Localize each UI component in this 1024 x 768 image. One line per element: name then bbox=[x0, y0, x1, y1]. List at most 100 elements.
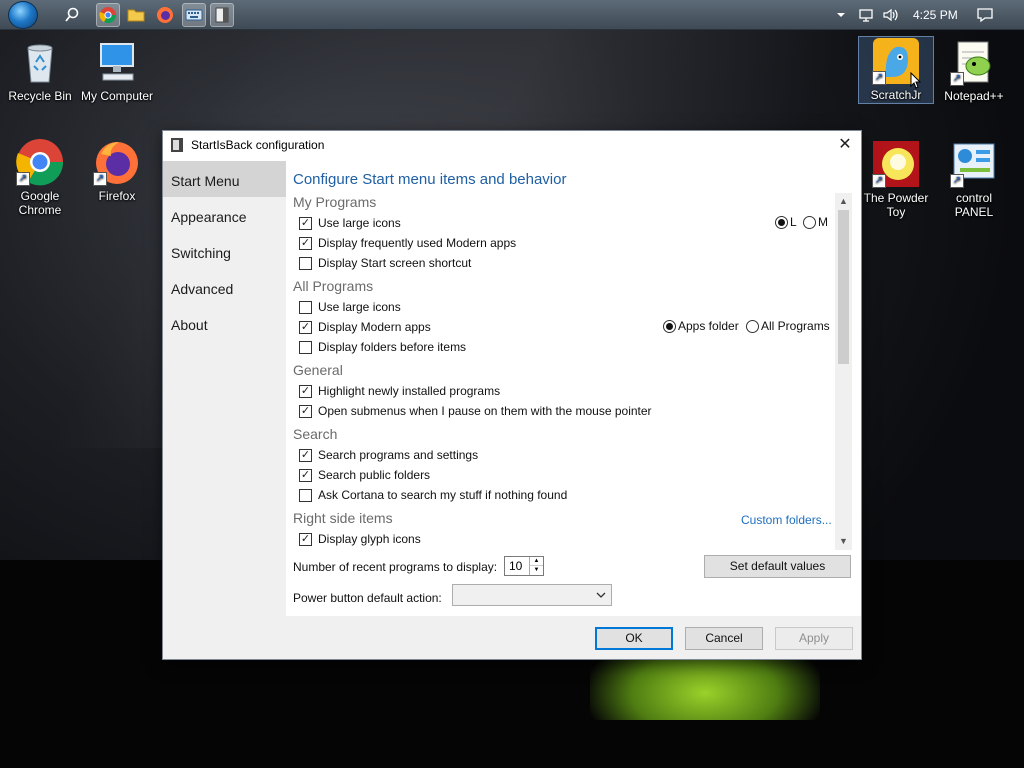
recent-programs-value[interactable]: 10 bbox=[509, 559, 522, 573]
options-scrollbar[interactable]: ▲ ▼ bbox=[835, 193, 852, 550]
checkbox[interactable]: ✓ bbox=[299, 384, 312, 398]
radio-button[interactable] bbox=[803, 215, 816, 229]
checkbox[interactable]: ✓ bbox=[299, 532, 312, 546]
shortcut-arrow-icon: ↗ bbox=[950, 72, 964, 86]
option-folders-before-items[interactable]: Display folders before items bbox=[299, 339, 466, 355]
checkbox[interactable] bbox=[299, 300, 312, 314]
section-right-side-items: Right side items bbox=[293, 510, 393, 526]
desktop-icon-control-panel[interactable]: ↗ control PANEL bbox=[936, 140, 1012, 219]
control-panel-icon: ↗ bbox=[950, 140, 998, 188]
desktop-icon-scratchjr[interactable]: ↗ ScratchJr bbox=[858, 36, 934, 104]
ok-button[interactable]: OK bbox=[595, 627, 673, 650]
section-my-programs: My Programs bbox=[293, 195, 377, 210]
startisback-app-icon bbox=[171, 138, 183, 152]
option-search-programs-settings[interactable]: ✓ Search programs and settings bbox=[299, 447, 478, 463]
recent-programs-label: Number of recent programs to display: bbox=[293, 560, 498, 574]
chevron-up-icon[interactable] bbox=[836, 0, 846, 30]
startisback-config-icon[interactable] bbox=[210, 3, 234, 27]
desktop-icon-label: My Computer bbox=[80, 89, 154, 103]
stepper-down-icon[interactable]: ▼ bbox=[529, 566, 543, 575]
nav-item-start-menu[interactable]: Start Menu bbox=[163, 161, 286, 197]
radio-size-m[interactable]: M bbox=[803, 215, 828, 229]
desktop-icon-label: ScratchJr bbox=[870, 88, 922, 102]
dialog-title: StartIsBack configuration bbox=[191, 138, 325, 152]
chrome-icon[interactable] bbox=[96, 3, 120, 27]
option-display-modern-apps[interactable]: ✓ Display Modern apps bbox=[299, 319, 431, 335]
option-display-glyph-icons[interactable]: ✓ Display glyph icons bbox=[299, 531, 421, 547]
firefox-icon[interactable] bbox=[153, 3, 177, 27]
power-action-dropdown[interactable] bbox=[452, 584, 612, 606]
desktop-icon-my-computer[interactable]: My Computer bbox=[79, 38, 155, 103]
apply-button[interactable]: Apply bbox=[775, 627, 853, 650]
shortcut-arrow-icon: ↗ bbox=[872, 174, 886, 188]
desktop-icon-label: Firefox bbox=[98, 189, 136, 203]
checkbox[interactable] bbox=[299, 340, 312, 354]
radio-button[interactable] bbox=[775, 215, 788, 229]
checkbox[interactable]: ✓ bbox=[299, 404, 312, 418]
checkbox[interactable] bbox=[299, 256, 312, 270]
volume-icon[interactable] bbox=[882, 0, 900, 30]
scroll-down-icon[interactable]: ▼ bbox=[835, 533, 852, 550]
nav-item-advanced[interactable]: Advanced bbox=[163, 269, 286, 305]
notepadpp-icon: ↗ bbox=[950, 38, 998, 86]
powder-toy-icon: ↗ bbox=[872, 140, 920, 188]
close-icon[interactable]: ✕ bbox=[829, 131, 861, 159]
custom-folders-link[interactable]: Custom folders... bbox=[741, 513, 832, 527]
taskbar: 4:25 PM bbox=[0, 0, 1024, 30]
nav-item-switching[interactable]: Switching bbox=[163, 233, 286, 269]
desktop-icon-label: Google Chrome bbox=[18, 189, 62, 217]
desktop-icon-label: Recycle Bin bbox=[8, 89, 72, 103]
option-frequent-modern-apps[interactable]: ✓ Display frequently used Modern apps bbox=[299, 235, 516, 251]
clock[interactable]: 4:25 PM bbox=[913, 0, 958, 30]
chrome-icon: ↗ bbox=[16, 138, 64, 186]
shortcut-arrow-icon: ↗ bbox=[950, 174, 964, 188]
search-icon[interactable] bbox=[60, 3, 84, 27]
stepper-up-icon[interactable]: ▲ bbox=[529, 557, 543, 566]
checkbox[interactable]: ✓ bbox=[299, 216, 312, 230]
checkbox[interactable]: ✓ bbox=[299, 468, 312, 482]
dialog-titlebar[interactable]: StartIsBack configuration ✕ bbox=[163, 131, 861, 159]
shortcut-arrow-icon: ↗ bbox=[93, 172, 107, 186]
option-search-public-folders[interactable]: ✓ Search public folders bbox=[299, 467, 430, 483]
checkbox[interactable] bbox=[299, 488, 312, 502]
dialog-footer: OK Cancel Apply bbox=[163, 616, 861, 659]
start-button[interactable] bbox=[8, 1, 38, 29]
recycle-bin-icon bbox=[16, 38, 64, 86]
option-all-programs-large-icons[interactable]: Use large icons bbox=[299, 299, 401, 315]
checkbox[interactable]: ✓ bbox=[299, 448, 312, 462]
nav-item-about[interactable]: About bbox=[163, 305, 286, 341]
desktop-icon-recycle-bin[interactable]: Recycle Bin bbox=[2, 38, 78, 103]
radio-apps-folder[interactable]: Apps folder bbox=[663, 319, 739, 333]
set-default-values-button[interactable]: Set default values bbox=[704, 555, 851, 578]
network-icon[interactable] bbox=[858, 0, 876, 30]
my-computer-icon bbox=[93, 38, 141, 86]
recent-programs-stepper[interactable]: 10 ▲ ▼ bbox=[504, 556, 544, 576]
nav-item-appearance[interactable]: Appearance bbox=[163, 197, 286, 233]
radio-all-programs[interactable]: All Programs bbox=[746, 319, 830, 333]
radio-size-l[interactable]: L bbox=[775, 215, 797, 229]
checkbox[interactable]: ✓ bbox=[299, 236, 312, 250]
section-search: Search bbox=[293, 426, 338, 442]
radio-button[interactable] bbox=[663, 319, 676, 333]
cancel-button[interactable]: Cancel bbox=[685, 627, 763, 650]
keyboard-icon[interactable] bbox=[182, 3, 206, 27]
desktop-icon-label: Notepad++ bbox=[944, 89, 1004, 103]
desktop-icon-powder-toy[interactable]: ↗ The Powder Toy bbox=[858, 140, 934, 219]
notification-icon[interactable] bbox=[976, 0, 994, 30]
desktop-icon-firefox[interactable]: ↗ Firefox bbox=[79, 138, 155, 203]
option-my-programs-large-icons[interactable]: ✓ Use large icons bbox=[299, 215, 401, 231]
scrollbar-thumb[interactable] bbox=[838, 210, 849, 364]
option-highlight-new-programs[interactable]: ✓ Highlight newly installed programs bbox=[299, 383, 500, 399]
checkbox[interactable]: ✓ bbox=[299, 320, 312, 334]
folder-icon[interactable] bbox=[124, 3, 148, 27]
option-open-submenus-on-pause[interactable]: ✓ Open submenus when I pause on them with… bbox=[299, 403, 652, 419]
desktop-icon-google-chrome[interactable]: ↗ Google Chrome bbox=[2, 138, 78, 217]
firefox-icon: ↗ bbox=[93, 138, 141, 186]
shortcut-arrow-icon: ↗ bbox=[16, 172, 30, 186]
scroll-up-icon[interactable]: ▲ bbox=[835, 193, 852, 210]
option-start-screen-shortcut[interactable]: Display Start screen shortcut bbox=[299, 255, 471, 271]
desktop-icon-notepadpp[interactable]: ↗ Notepad++ bbox=[936, 38, 1012, 103]
option-ask-cortana[interactable]: Ask Cortana to search my stuff if nothin… bbox=[299, 487, 567, 503]
options-scroll-area[interactable]: My Programs ✓ Use large icons ✓ Display fr… bbox=[286, 195, 846, 551]
radio-button[interactable] bbox=[746, 319, 759, 333]
